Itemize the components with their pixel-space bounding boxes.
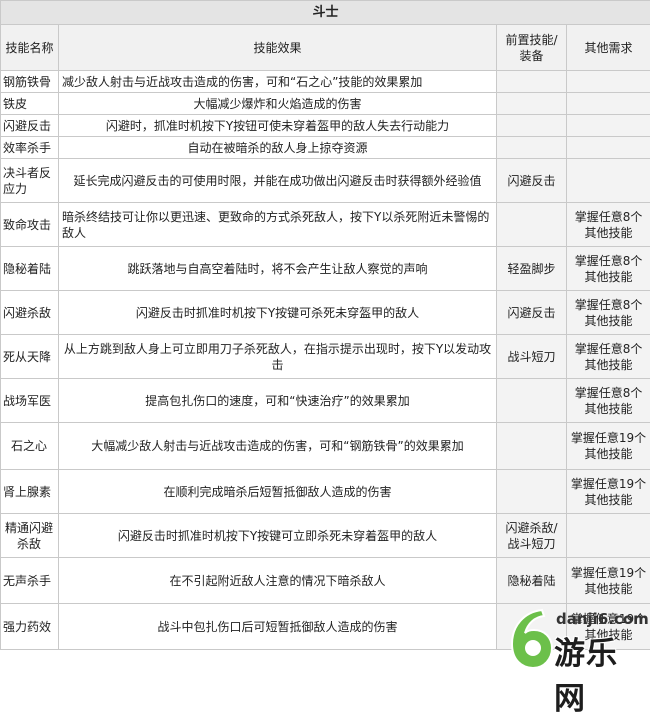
skill-other xyxy=(567,137,650,159)
skill-effect: 减少敌人射击与近战攻击造成的伤害，可和“石之心”技能的效果累加 xyxy=(59,71,497,93)
table-row: 战场军医 提高包扎伤口的速度，可和“快速治疗”的效果累加 掌握任意8个其他技能 xyxy=(1,379,650,423)
table-row: 钢筋铁骨 减少敌人射击与近战攻击造成的伤害，可和“石之心”技能的效果累加 xyxy=(1,71,650,93)
skill-other xyxy=(567,514,650,558)
skill-name: 隐秘着陆 xyxy=(1,247,59,291)
table-row: 闪避反击 闪避时，抓准时机按下Y按钮可使未穿着盔甲的敌人失去行动能力 xyxy=(1,115,650,137)
skill-effect: 闪避反击时抓准时机按下Y按键可立即杀死未穿着盔甲的敌人 xyxy=(59,514,497,558)
table-row: 肾上腺素 在顺利完成暗杀后短暂抵御敌人造成的伤害 掌握任意19个其他技能 xyxy=(1,470,650,514)
skill-effect: 从上方跳到敌人身上可立即用刀子杀死敌人，在指示提示出现时，按下Y以发动攻击 xyxy=(59,335,497,379)
table-row: 铁皮 大幅减少爆炸和火焰造成的伤害 xyxy=(1,93,650,115)
skill-effect: 大幅减少爆炸和火焰造成的伤害 xyxy=(59,93,497,115)
skill-other: 掌握任意8个其他技能 xyxy=(567,247,650,291)
skill-other: 掌握任意19个其他技能 xyxy=(567,604,650,650)
skill-prereq xyxy=(497,423,567,470)
table-header-row: 技能名称 技能效果 前置技能/装备 其他需求 xyxy=(1,25,650,71)
table-row: 强力药效 战斗中包扎伤口后可短暂抵御敌人造成的伤害 掌握任意19个其他技能 xyxy=(1,604,650,650)
skill-effect: 跳跃落地与自高空着陆时，将不会产生让敌人察觉的声响 xyxy=(59,247,497,291)
skill-name: 钢筋铁骨 xyxy=(1,71,59,93)
skill-name: 铁皮 xyxy=(1,93,59,115)
skill-name: 闪避杀敌 xyxy=(1,291,59,335)
skill-prereq xyxy=(497,379,567,423)
skill-effect: 在顺利完成暗杀后短暂抵御敌人造成的伤害 xyxy=(59,470,497,514)
skill-other xyxy=(567,115,650,137)
skill-prereq xyxy=(497,470,567,514)
skill-name: 死从天降 xyxy=(1,335,59,379)
header-other: 其他需求 xyxy=(567,25,650,71)
header-prereq: 前置技能/装备 xyxy=(497,25,567,71)
table-row: 决斗者反应力 延长完成闪避反击的可使用时限，并能在成功做出闪避反击时获得额外经验… xyxy=(1,159,650,203)
skill-name: 致命攻击 xyxy=(1,203,59,247)
skill-prereq: 闪避反击 xyxy=(497,159,567,203)
table-title-row: 斗士 xyxy=(1,1,650,25)
skill-effect: 闪避时，抓准时机按下Y按钮可使未穿着盔甲的敌人失去行动能力 xyxy=(59,115,497,137)
skill-other: 掌握任意19个其他技能 xyxy=(567,558,650,604)
skill-effect: 暗杀终结技可让你以更迅速、更致命的方式杀死敌人，按下Y以杀死附近未警惕的敌人 xyxy=(59,203,497,247)
skill-prereq xyxy=(497,137,567,159)
skills-table: 斗士 技能名称 技能效果 前置技能/装备 其他需求 钢筋铁骨 减少敌人射击与近战… xyxy=(0,0,650,650)
skill-prereq xyxy=(497,93,567,115)
header-name: 技能名称 xyxy=(1,25,59,71)
skill-effect: 战斗中包扎伤口后可短暂抵御敌人造成的伤害 xyxy=(59,604,497,650)
skill-prereq: 闪避反击 xyxy=(497,291,567,335)
skill-name: 无声杀手 xyxy=(1,558,59,604)
skill-prereq: 战斗短刀 xyxy=(497,335,567,379)
skill-name: 强力药效 xyxy=(1,604,59,650)
skill-name: 石之心 xyxy=(1,423,59,470)
skill-effect: 提高包扎伤口的速度，可和“快速治疗”的效果累加 xyxy=(59,379,497,423)
skill-other xyxy=(567,71,650,93)
skill-effect: 大幅减少敌人射击与近战攻击造成的伤害，可和“钢筋铁骨”的效果累加 xyxy=(59,423,497,470)
table-row: 效率杀手 自动在被暗杀的敌人身上掠夺资源 xyxy=(1,137,650,159)
skill-other: 掌握任意8个其他技能 xyxy=(567,291,650,335)
skill-prereq: 闪避杀敌/战斗短刀 xyxy=(497,514,567,558)
skill-prereq xyxy=(497,604,567,650)
skill-other: 掌握任意19个其他技能 xyxy=(567,423,650,470)
skill-prereq xyxy=(497,71,567,93)
skill-name: 战场军医 xyxy=(1,379,59,423)
skill-other: 掌握任意8个其他技能 xyxy=(567,203,650,247)
table-row: 致命攻击 暗杀终结技可让你以更迅速、更致命的方式杀死敌人，按下Y以杀死附近未警惕… xyxy=(1,203,650,247)
skill-effect: 在不引起附近敌人注意的情况下暗杀敌人 xyxy=(59,558,497,604)
table-title: 斗士 xyxy=(1,1,650,25)
skill-prereq xyxy=(497,115,567,137)
table-row: 闪避杀敌 闪避反击时抓准时机按下Y按键可杀死未穿盔甲的敌人 闪避反击 掌握任意8… xyxy=(1,291,650,335)
skill-other: 掌握任意8个其他技能 xyxy=(567,335,650,379)
skill-effect: 自动在被暗杀的敌人身上掠夺资源 xyxy=(59,137,497,159)
header-effect: 技能效果 xyxy=(59,25,497,71)
skill-prereq xyxy=(497,203,567,247)
table-row: 隐秘着陆 跳跃落地与自高空着陆时，将不会产生让敌人察觉的声响 轻盈脚步 掌握任意… xyxy=(1,247,650,291)
skill-name: 肾上腺素 xyxy=(1,470,59,514)
skill-name: 精通闪避杀敌 xyxy=(1,514,59,558)
skill-other: 掌握任意8个其他技能 xyxy=(567,379,650,423)
skill-effect: 闪避反击时抓准时机按下Y按键可杀死未穿盔甲的敌人 xyxy=(59,291,497,335)
table-row: 精通闪避杀敌 闪避反击时抓准时机按下Y按键可立即杀死未穿着盔甲的敌人 闪避杀敌/… xyxy=(1,514,650,558)
skill-name: 闪避反击 xyxy=(1,115,59,137)
skill-other: 掌握任意19个其他技能 xyxy=(567,470,650,514)
table-row: 石之心 大幅减少敌人射击与近战攻击造成的伤害，可和“钢筋铁骨”的效果累加 掌握任… xyxy=(1,423,650,470)
table-row: 无声杀手 在不引起附近敌人注意的情况下暗杀敌人 隐秘着陆 掌握任意19个其他技能 xyxy=(1,558,650,604)
skill-name: 决斗者反应力 xyxy=(1,159,59,203)
skill-other xyxy=(567,93,650,115)
skill-prereq: 轻盈脚步 xyxy=(497,247,567,291)
table-row: 死从天降 从上方跳到敌人身上可立即用刀子杀死敌人，在指示提示出现时，按下Y以发动… xyxy=(1,335,650,379)
skill-effect: 延长完成闪避反击的可使用时限，并能在成功做出闪避反击时获得额外经验值 xyxy=(59,159,497,203)
skill-name: 效率杀手 xyxy=(1,137,59,159)
skill-other xyxy=(567,159,650,203)
skill-prereq: 隐秘着陆 xyxy=(497,558,567,604)
